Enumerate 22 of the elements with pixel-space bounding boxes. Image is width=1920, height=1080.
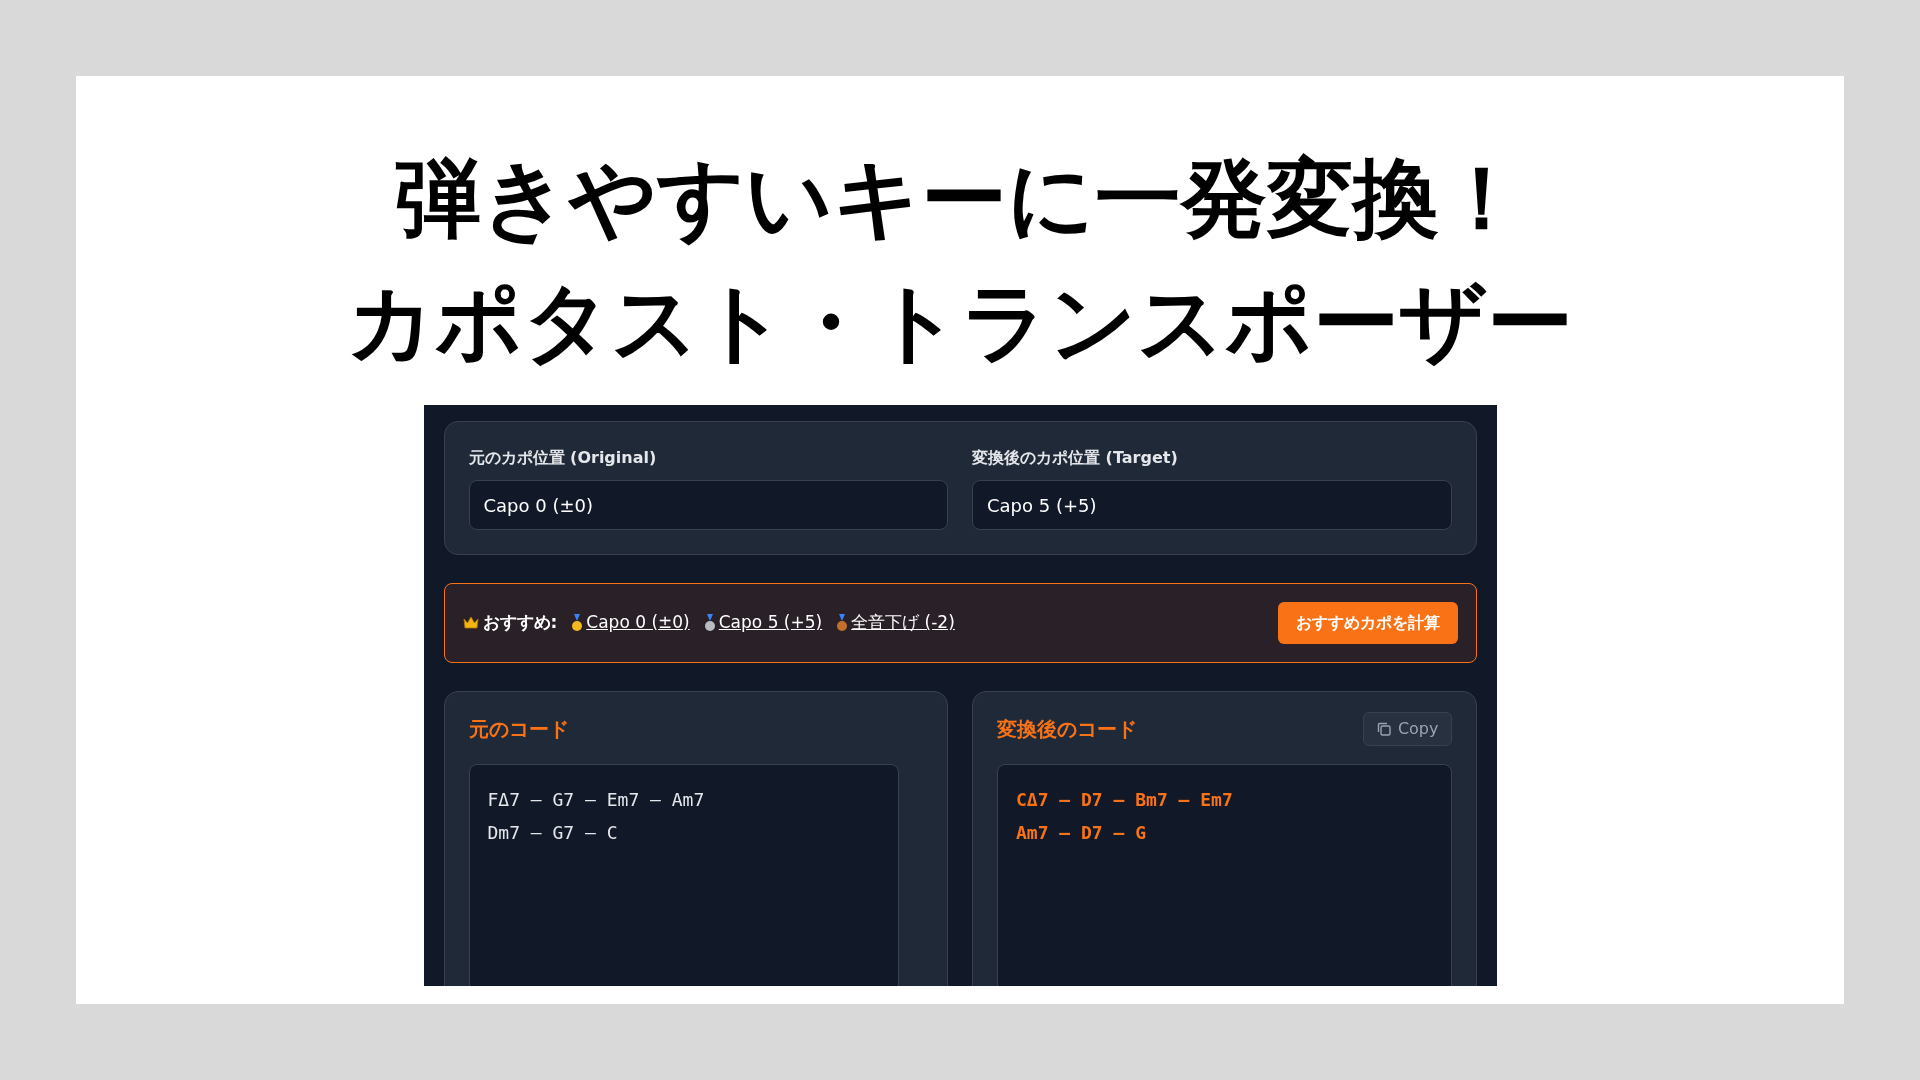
capo-select[interactable]: Capo 5 (+5) [972, 480, 1452, 530]
crown-icon [462, 616, 479, 630]
medal-icon [703, 614, 716, 632]
chord-line: FΔ7 — G7 — Em7 — Am7 [487, 788, 706, 812]
copy-button[interactable]: Copy [1362, 712, 1452, 746]
card-title: 変換後のコード [997, 716, 1137, 743]
recommendation-link[interactable]: Capo 5 (+5) [718, 610, 823, 636]
headline: カポタスト・トランスポーザー [347, 271, 1573, 374]
recommendation-label: おすすめ: [482, 611, 558, 635]
recommendation-link[interactable]: Capo 0 (±0) [586, 610, 690, 636]
headline: 弾きやすいキーに一発変換！ [395, 147, 1525, 250]
field-label: 変換後のカポ位置 (Target) [972, 447, 1179, 469]
chord-line: CΔ7 — D7 — Bm7 — Em7 [1016, 788, 1234, 812]
card-title: 元のコード [468, 716, 569, 743]
field-label: 元のカポ位置 (Original) [468, 447, 658, 469]
chord-line: Dm7 — G7 — C [487, 821, 619, 845]
capo-select[interactable]: Capo 0 (±0) [468, 480, 948, 530]
medal-icon [836, 614, 849, 632]
medal-icon [571, 614, 584, 632]
copy-icon [1375, 721, 1392, 737]
chord-line: Am7 — D7 — G [1016, 821, 1148, 845]
recommendation-link[interactable]: 全音下げ (-2) [851, 610, 955, 636]
